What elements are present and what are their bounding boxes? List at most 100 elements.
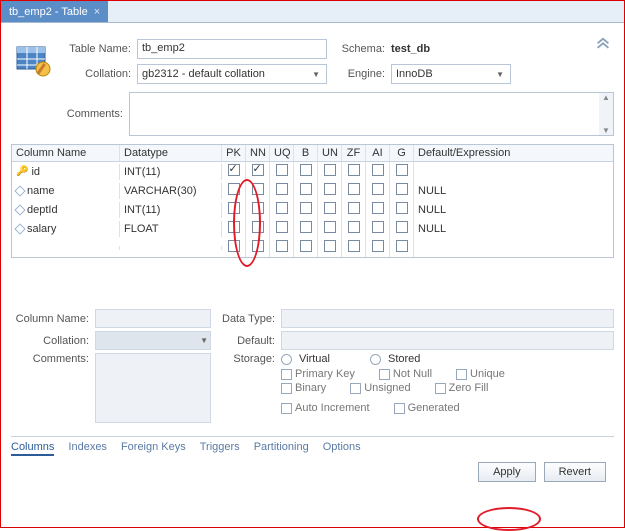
col-header-ai[interactable]: AI	[366, 145, 390, 161]
b-checkbox[interactable]	[300, 240, 312, 252]
storage-stored-radio[interactable]: Stored	[370, 353, 420, 365]
not-null-checkbox[interactable]: Not Null	[379, 368, 432, 380]
uq-checkbox[interactable]	[276, 240, 288, 252]
data-type-input[interactable]	[281, 309, 614, 328]
b-checkbox[interactable]	[300, 183, 312, 195]
column-name-cell[interactable]: 🔑id	[12, 164, 120, 180]
zf-checkbox[interactable]	[348, 240, 360, 252]
tab-indexes[interactable]: Indexes	[68, 441, 107, 456]
uq-checkbox[interactable]	[276, 183, 288, 195]
un-checkbox[interactable]	[324, 221, 336, 233]
table-name-input[interactable]: tb_emp2	[137, 39, 327, 59]
col-header-un[interactable]: UN	[318, 145, 342, 161]
uq-checkbox[interactable]	[276, 202, 288, 214]
un-checkbox[interactable]	[324, 202, 336, 214]
pk-checkbox[interactable]	[228, 221, 240, 233]
auto-increment-checkbox[interactable]: Auto Increment	[281, 402, 370, 414]
default-input[interactable]	[281, 331, 614, 350]
revert-button[interactable]: Revert	[544, 462, 606, 482]
col-header-uq[interactable]: UQ	[270, 145, 294, 161]
col-header-g[interactable]: G	[390, 145, 414, 161]
datatype-cell[interactable]: INT(11)	[120, 202, 222, 218]
unique-checkbox[interactable]: Unique	[456, 368, 505, 380]
tab-options[interactable]: Options	[323, 441, 361, 456]
table-row[interactable]: salaryFLOAT NULL	[12, 219, 613, 238]
table-row[interactable]	[12, 238, 613, 257]
g-checkbox[interactable]	[396, 164, 408, 176]
col-header-name[interactable]: Column Name	[12, 145, 120, 161]
table-row[interactable]: deptIdINT(11) NULL	[12, 200, 613, 219]
column-comments-textarea[interactable]	[95, 353, 211, 423]
pk-checkbox[interactable]	[228, 183, 240, 195]
unsigned-checkbox[interactable]: Unsigned	[350, 382, 410, 394]
b-checkbox[interactable]	[300, 202, 312, 214]
datatype-cell[interactable]: INT(11)	[120, 164, 222, 180]
zf-checkbox[interactable]	[348, 164, 360, 176]
column-name-cell[interactable]: salary	[12, 221, 120, 237]
zero-fill-checkbox[interactable]: Zero Fill	[435, 382, 489, 394]
ai-checkbox[interactable]	[372, 221, 384, 233]
zf-checkbox[interactable]	[348, 183, 360, 195]
zf-checkbox[interactable]	[348, 202, 360, 214]
ai-checkbox[interactable]	[372, 202, 384, 214]
g-checkbox[interactable]	[396, 183, 408, 195]
tab-triggers[interactable]: Triggers	[200, 441, 240, 456]
nn-checkbox[interactable]	[252, 221, 264, 233]
nn-checkbox[interactable]	[252, 164, 264, 176]
ai-checkbox[interactable]	[372, 240, 384, 252]
col-header-datatype[interactable]: Datatype	[120, 145, 222, 161]
column-collation-select[interactable]: ▼	[95, 331, 211, 350]
default-cell[interactable]	[414, 246, 613, 250]
table-row[interactable]: 🔑idINT(11)	[12, 162, 613, 181]
nn-checkbox[interactable]	[252, 183, 264, 195]
pk-checkbox[interactable]	[228, 240, 240, 252]
datatype-cell[interactable]: FLOAT	[120, 221, 222, 237]
un-checkbox[interactable]	[324, 183, 336, 195]
ai-checkbox[interactable]	[372, 164, 384, 176]
default-cell[interactable]: NULL	[414, 221, 613, 237]
b-checkbox[interactable]	[300, 221, 312, 233]
apply-button[interactable]: Apply	[478, 462, 536, 482]
ai-checkbox[interactable]	[372, 183, 384, 195]
default-cell[interactable]: NULL	[414, 202, 613, 218]
engine-select[interactable]: InnoDB ▼	[391, 64, 511, 84]
col-header-default[interactable]: Default/Expression	[414, 145, 613, 161]
col-header-nn[interactable]: NN	[246, 145, 270, 161]
document-tab[interactable]: tb_emp2 - Table ×	[1, 1, 108, 22]
primary-key-checkbox[interactable]: Primary Key	[281, 368, 355, 380]
column-name-input[interactable]	[95, 309, 211, 328]
binary-checkbox[interactable]: Binary	[281, 382, 326, 394]
uq-checkbox[interactable]	[276, 164, 288, 176]
g-checkbox[interactable]	[396, 202, 408, 214]
nn-checkbox[interactable]	[252, 202, 264, 214]
nn-checkbox[interactable]	[252, 240, 264, 252]
un-checkbox[interactable]	[324, 240, 336, 252]
tab-partitioning[interactable]: Partitioning	[254, 441, 309, 456]
b-checkbox[interactable]	[300, 164, 312, 176]
table-row[interactable]: nameVARCHAR(30) NULL	[12, 181, 613, 200]
pk-checkbox[interactable]	[228, 202, 240, 214]
close-icon[interactable]: ×	[94, 6, 100, 18]
pk-checkbox[interactable]	[228, 164, 240, 176]
storage-virtual-radio[interactable]: Virtual	[281, 353, 330, 365]
default-cell[interactable]	[414, 170, 613, 174]
col-header-pk[interactable]: PK	[222, 145, 246, 161]
column-name-cell[interactable]: deptId	[12, 202, 120, 218]
generated-checkbox[interactable]: Generated	[394, 402, 460, 414]
comments-textarea[interactable]: ▲▼	[129, 92, 614, 136]
datatype-cell[interactable]: VARCHAR(30)	[120, 183, 222, 199]
scrollbar[interactable]: ▲▼	[599, 93, 613, 135]
uq-checkbox[interactable]	[276, 221, 288, 233]
datatype-cell[interactable]	[120, 246, 222, 250]
zf-checkbox[interactable]	[348, 221, 360, 233]
g-checkbox[interactable]	[396, 240, 408, 252]
default-cell[interactable]: NULL	[414, 183, 613, 199]
tab-foreign-keys[interactable]: Foreign Keys	[121, 441, 186, 456]
collapse-chevron-icon[interactable]	[592, 37, 614, 60]
col-header-b[interactable]: B	[294, 145, 318, 161]
g-checkbox[interactable]	[396, 221, 408, 233]
column-name-cell[interactable]	[12, 246, 120, 250]
un-checkbox[interactable]	[324, 164, 336, 176]
column-name-cell[interactable]: name	[12, 183, 120, 199]
collation-select[interactable]: gb2312 - default collation ▼	[137, 64, 327, 84]
